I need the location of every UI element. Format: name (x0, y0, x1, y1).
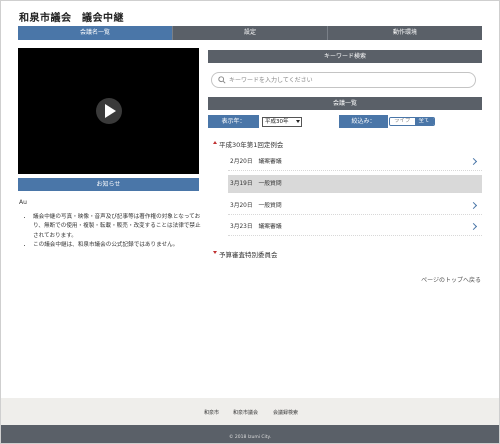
year-select-value: 平成30年 (265, 118, 289, 125)
session-title-text: 予算審査特別委員会 (219, 251, 278, 259)
chevron-right-icon (469, 157, 478, 166)
caret-down-icon (213, 251, 217, 254)
narrow-label: 絞込み： (339, 115, 388, 128)
meeting-row-selected[interactable]: 3月19日 一般質問 (228, 175, 482, 193)
search-box (211, 72, 476, 88)
year-label: 表示年： (208, 115, 259, 128)
site-title: 和泉市議会 議会中継 (19, 13, 124, 24)
notice-item: この議会中継は、和泉市議会の公式記録ではありません。 (33, 241, 203, 250)
session-title-regular[interactable]: 平成30年第1回定例会 (213, 139, 284, 149)
meeting-row[interactable]: 3月20日 一般質問 (228, 197, 482, 215)
footer-link-city[interactable]: 和泉市 (204, 409, 219, 416)
footer-link-council[interactable]: 和泉市議会 (233, 409, 258, 416)
year-select[interactable]: 平成30年 (262, 116, 302, 127)
search-input[interactable] (229, 75, 469, 86)
chevron-down-icon (296, 119, 300, 123)
meeting-row-label: 3月20日 一般質問 (230, 203, 282, 209)
footer-link-minutes[interactable]: 会議録検索 (273, 409, 298, 416)
tab-settings[interactable]: 設定 (173, 26, 328, 40)
meeting-row-label: 3月19日 一般質問 (230, 181, 282, 187)
tab-meeting-list[interactable]: 会議名一覧 (18, 26, 173, 40)
notice-item: 議会中継の写真・映像・音声及び記事等は著作権の対象となっており、無断での使用・複… (33, 213, 203, 241)
keyword-search-header: キーワード検索 (208, 50, 482, 63)
caret-up-icon (213, 141, 217, 144)
chevron-right-icon (469, 201, 478, 210)
search-icon (218, 76, 226, 84)
play-icon[interactable] (96, 98, 122, 124)
tab-environment[interactable]: 動作環境 (328, 26, 482, 40)
meeting-row-label: 3月23日 議案審議 (230, 224, 282, 230)
notice-header: お知らせ (18, 178, 199, 191)
filter-toggle: ライブ 全て (389, 117, 435, 126)
back-to-top-link[interactable]: ページのトップへ戻る (421, 275, 481, 284)
session-title-committee[interactable]: 予算審査特別委員会 (213, 249, 278, 259)
notice-list: 議会中継の写真・映像・音声及び記事等は著作権の対象となっており、無断での使用・複… (25, 213, 203, 251)
filter-row: 表示年： 平成30年 絞込み： ライブ 全て (208, 115, 482, 128)
notice-small-text: Au (19, 199, 27, 206)
filter-live-button[interactable]: ライブ (390, 118, 415, 125)
meeting-row[interactable]: 3月23日 議案審議 (228, 218, 482, 236)
main-nav: 会議名一覧 設定 動作環境 (18, 26, 482, 40)
copyright: © 2018 Izumi City. (1, 425, 499, 443)
session-title-text: 平成30年第1回定例会 (219, 141, 284, 149)
meeting-list-header: 会議一覧 (208, 97, 482, 110)
chevron-right-icon (469, 222, 478, 231)
meeting-row[interactable]: 2月20日 議案審議 (228, 153, 482, 171)
footer-links: 和泉市 和泉市議会 会議録検索 (1, 398, 499, 425)
meeting-row-label: 2月20日 議案審議 (230, 159, 282, 165)
filter-all-button[interactable]: 全て (414, 118, 434, 125)
video-player[interactable] (18, 48, 199, 174)
